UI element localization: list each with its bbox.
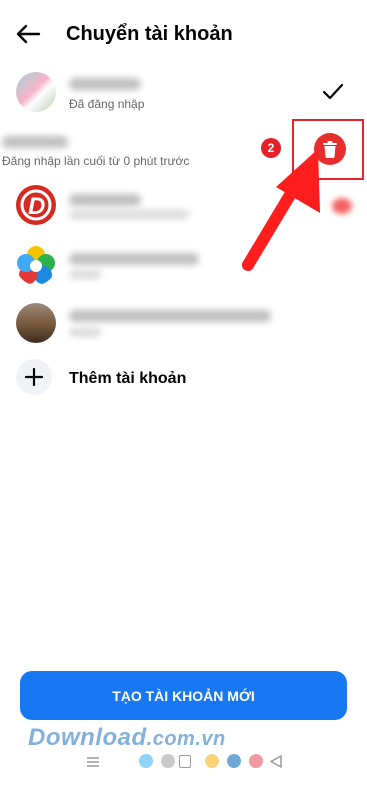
account-subtext-blurred <box>69 328 101 337</box>
account-row[interactable] <box>0 240 367 290</box>
account-name-blurred <box>69 253 199 265</box>
notification-dot <box>332 198 352 214</box>
last-login-text: Đăng nhập lần cuối từ 0 phút trước <box>2 154 190 168</box>
avatar <box>16 245 56 285</box>
add-account-icon-button[interactable] <box>16 359 52 395</box>
back-arrow-icon[interactable] <box>14 22 42 46</box>
account-subtext-blurred <box>69 270 101 279</box>
avatar <box>16 72 56 112</box>
account-name-blurred <box>69 78 141 90</box>
login-status: Đã đăng nhập <box>69 97 145 111</box>
trash-icon <box>323 140 337 158</box>
watermark-main: Download <box>28 724 147 751</box>
watermark-suffix: .com.vn <box>146 728 226 750</box>
decor-dot <box>249 754 263 768</box>
avatar <box>16 303 56 343</box>
account-name-blurred <box>69 194 141 206</box>
home-icon[interactable] <box>179 755 191 768</box>
account-row[interactable] <box>0 298 367 348</box>
check-icon <box>321 82 345 102</box>
step-badge: 2 <box>261 138 281 158</box>
account-name-blurred <box>69 310 271 322</box>
decor-dot <box>139 754 153 768</box>
account-row[interactable]: D <box>0 180 367 230</box>
account-row-current[interactable]: Đã đăng nhập <box>0 66 367 118</box>
add-account-label[interactable]: Thêm tài khoản <box>69 370 186 388</box>
decor-dot <box>227 754 241 768</box>
account-subtext-blurred <box>69 210 189 219</box>
svg-text:D: D <box>28 193 45 220</box>
plus-icon <box>24 367 44 387</box>
menu-icon[interactable] <box>86 755 100 767</box>
watermark: Download.com.vn <box>28 724 226 752</box>
page-title: Chuyển tài khoản <box>66 23 233 45</box>
avatar: D <box>16 185 56 225</box>
decor-dot <box>161 754 175 768</box>
delete-account-button[interactable] <box>314 133 346 165</box>
account-name-blurred <box>2 136 68 148</box>
decor-dot <box>205 754 219 768</box>
create-new-account-button[interactable]: TẠO TÀI KHOẢN MỚI <box>20 671 347 720</box>
back-triangle-icon[interactable] <box>269 754 283 769</box>
